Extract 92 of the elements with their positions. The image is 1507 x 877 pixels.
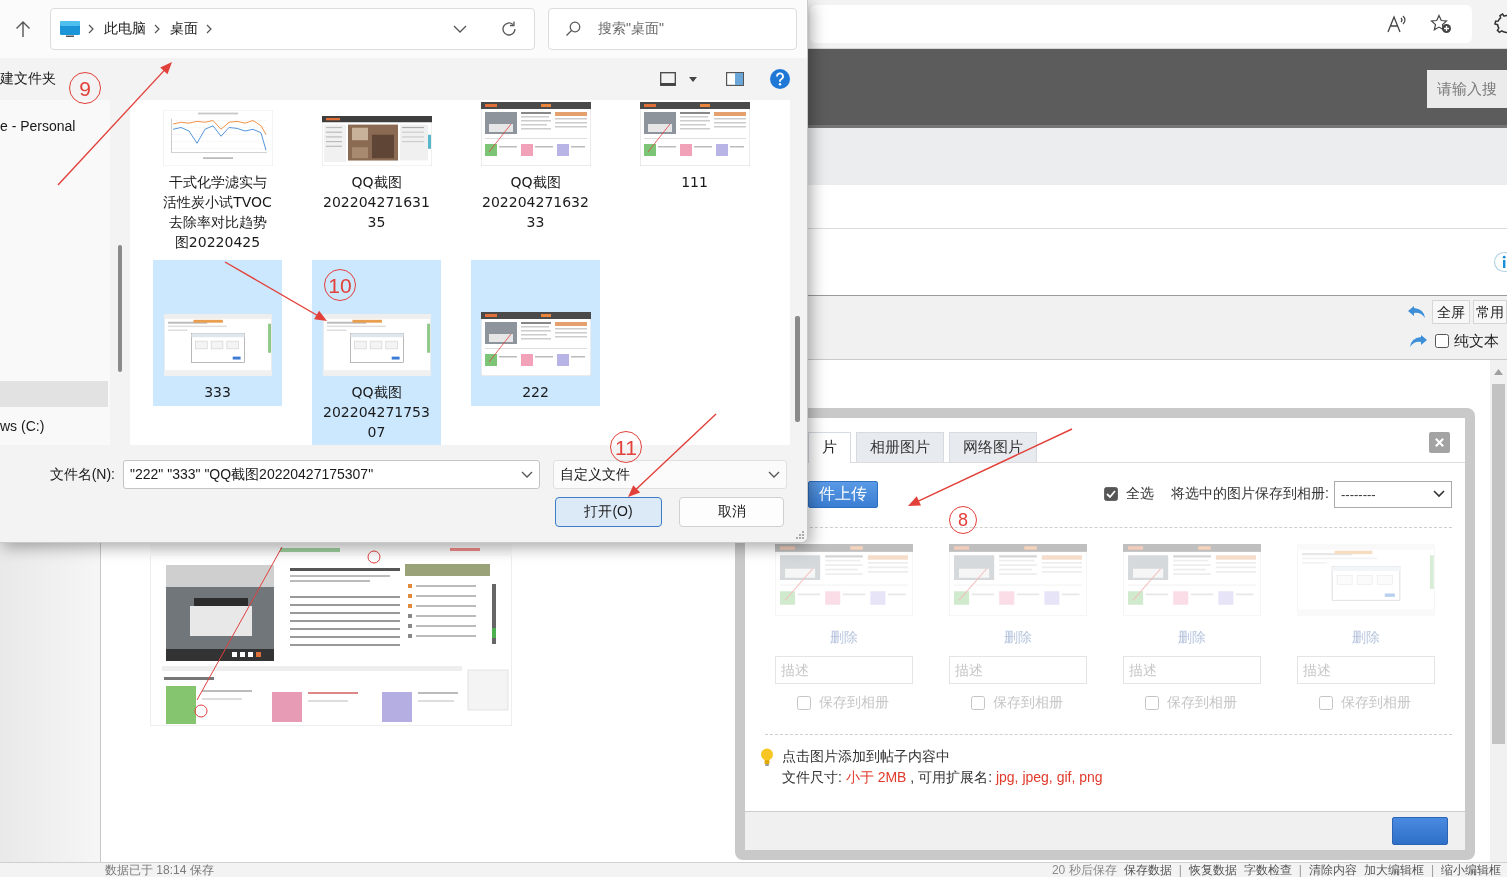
undo-icon[interactable]	[1407, 305, 1427, 319]
scrollbar[interactable]	[1490, 360, 1507, 862]
help-icon[interactable]	[770, 69, 790, 89]
album-select[interactable]: --------	[1334, 480, 1452, 508]
status-link[interactable]: 缩小编辑框	[1441, 863, 1501, 877]
file-name: QQ截图20220427163233	[481, 173, 590, 232]
redo-icon[interactable]	[1408, 334, 1428, 348]
search-field[interactable]: 搜索"桌面"	[548, 8, 797, 50]
status-link[interactable]: 加大编辑框	[1363, 863, 1424, 877]
file-item[interactable]: 333	[153, 260, 282, 406]
file-item[interactable]: 干式化学滤实与活性炭小试TVOC去除率对比趋势图20220425	[153, 100, 282, 256]
tab[interactable]: 网络图片	[949, 432, 1037, 462]
checkbox-label: 全选	[1126, 485, 1155, 503]
separator-text: |	[1430, 863, 1434, 877]
tab[interactable]: 片	[808, 432, 851, 463]
search-field[interactable]: 请输入搜	[1427, 70, 1507, 108]
filename-field[interactable]: "222" "333" "QQ截图20220427175307"	[123, 460, 540, 489]
caret-down-icon[interactable]	[689, 76, 697, 82]
file-item[interactable]: QQ截图20220427163135	[312, 100, 441, 236]
scrollbar-thumb[interactable]	[1492, 384, 1505, 744]
preview-pane-icon[interactable]	[726, 72, 744, 86]
file-requirements-text: 文件尺寸: 小于 2MB , 可用扩展名: jpg, jpeg, gif, png	[782, 768, 1103, 787]
image-thumbnail[interactable]	[949, 544, 1087, 616]
file-name: 222	[521, 383, 550, 402]
tip-text: 点击图片添加到帖子内容中	[782, 748, 950, 766]
scrollbar-thumb[interactable]	[795, 316, 800, 422]
favorite-add-icon[interactable]	[1430, 14, 1452, 34]
image-thumbnail[interactable]	[1297, 544, 1435, 616]
checkbox[interactable]	[1319, 696, 1333, 710]
open-button[interactable]: 打开(O)	[555, 497, 662, 527]
close-button[interactable]	[1429, 432, 1450, 453]
save-status-text: 数据已于 18:14 保存	[105, 863, 214, 877]
editor-toolbar-button[interactable]: 全屏	[1432, 300, 1470, 324]
checkbox-label: 保存到相册	[1341, 694, 1411, 712]
file-type-select[interactable]: 自定义文件	[553, 460, 787, 489]
breadcrumb-item[interactable]: 此电脑	[104, 20, 146, 38]
chevron-down-icon	[1433, 490, 1445, 498]
file-item[interactable]: 111	[630, 100, 759, 196]
gear-icon[interactable]	[1493, 13, 1507, 35]
resize-grip-icon[interactable]	[794, 529, 804, 539]
checkbox[interactable]	[797, 696, 811, 710]
chevron-right-icon[interactable]	[154, 24, 160, 34]
autosave-text: 20 秒后保存	[1051, 863, 1117, 877]
refresh-icon[interactable]	[500, 20, 518, 38]
new-folder-button[interactable]: 建文件夹	[0, 70, 56, 88]
checkbox-label: 纯文本	[1454, 331, 1499, 351]
file-name: 333	[203, 383, 232, 402]
tab[interactable]: 相册图片	[856, 432, 944, 462]
checkbox-label: 保存到相册	[819, 694, 889, 712]
checkbox[interactable]	[971, 696, 985, 710]
status-link[interactable]: 字数检查	[1243, 863, 1292, 877]
chevron-right-icon[interactable]	[206, 24, 212, 34]
nav-item[interactable]: e - Personal	[0, 113, 108, 139]
scroll-up-icon[interactable]	[1494, 369, 1503, 375]
file-name: 111	[680, 173, 709, 192]
checkbox[interactable]	[1435, 334, 1449, 348]
checkbox[interactable]	[1104, 487, 1119, 501]
close-icon[interactable]	[1434, 437, 1445, 448]
breadcrumb-item[interactable]: 桌面	[170, 20, 198, 38]
cancel-button[interactable]: 取消	[679, 497, 784, 527]
status-link[interactable]: 恢复数据	[1188, 863, 1237, 877]
chevron-right-icon[interactable]	[88, 24, 94, 34]
file-item[interactable]: QQ截图20220427163233	[471, 100, 600, 236]
chevron-down-icon[interactable]	[521, 471, 533, 478]
view-icon[interactable]	[660, 72, 676, 86]
image-thumbnail[interactable]	[775, 544, 913, 616]
editor-toolbar-button[interactable]: 常用	[1473, 300, 1507, 324]
chevron-down-icon[interactable]	[453, 25, 467, 33]
separator-text: |	[1178, 863, 1182, 877]
status-link[interactable]: 清除内容	[1308, 863, 1357, 877]
checkbox[interactable]	[1145, 696, 1159, 710]
file-name: 干式化学滤实与活性炭小试TVOC去除率对比趋势图20220425	[162, 173, 273, 252]
dialog-action-button[interactable]	[1392, 817, 1448, 845]
file-item[interactable]: 222	[471, 260, 600, 406]
chevron-down-icon	[768, 471, 780, 478]
search-icon	[565, 21, 581, 37]
info-icon[interactable]	[1493, 251, 1507, 273]
file-name: QQ截图20220427163135	[322, 173, 431, 232]
album-label: 将选中的图片保存到相册:	[1171, 485, 1329, 503]
separator-text: |	[1298, 863, 1302, 877]
checkbox-label: 保存到相册	[993, 694, 1063, 712]
checkbox-label: 保存到相册	[1167, 694, 1237, 712]
read-aloud-icon[interactable]	[1386, 14, 1408, 34]
nav-item[interactable]: ws (C:)	[0, 413, 108, 439]
address-bar[interactable]: 此电脑 桌面	[50, 8, 535, 50]
monitor-icon	[60, 21, 80, 37]
file-name: QQ截图20220427175307	[322, 383, 431, 442]
image-thumbnail[interactable]	[1123, 544, 1261, 616]
status-link[interactable]: 保存数据	[1123, 863, 1172, 877]
lightbulb-icon	[760, 748, 774, 766]
filename-label: 文件名(N):	[48, 465, 115, 484]
scrollbar-thumb[interactable]	[118, 245, 122, 372]
